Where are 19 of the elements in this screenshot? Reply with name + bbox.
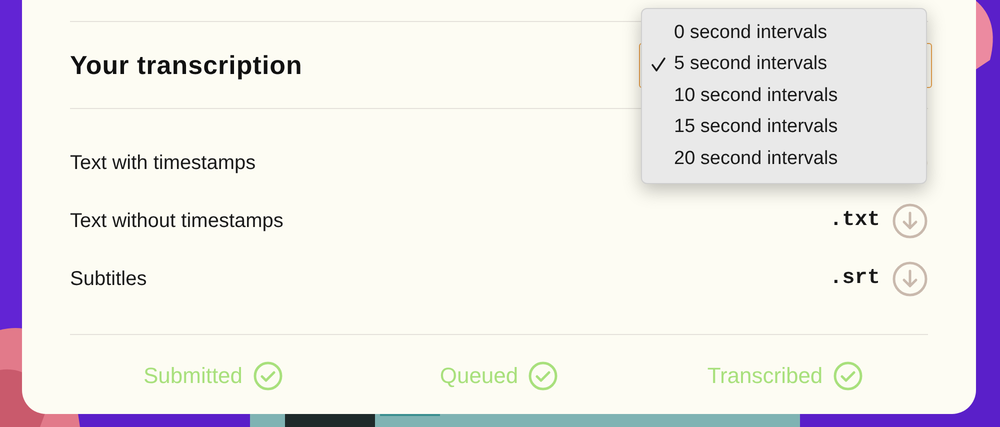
check-circle-icon	[528, 360, 558, 390]
section-title: Your transcription	[70, 48, 302, 82]
download-label: Text with timestamps	[70, 151, 256, 176]
check-circle-icon	[252, 360, 283, 390]
download-label: Subtitles	[70, 267, 147, 292]
file-extension: .srt	[830, 266, 880, 292]
file-extension: .txt	[830, 208, 880, 234]
menu-item[interactable]: 15 second intervals	[642, 112, 926, 143]
menu-item[interactable]: 0 second intervals	[642, 17, 926, 48]
download-label: Text without timestamps	[70, 209, 284, 234]
menu-item[interactable]: 10 second intervals	[642, 80, 926, 112]
status-label: Transcribed	[707, 362, 823, 390]
check-circle-icon	[832, 360, 863, 390]
menu-item[interactable]: 20 second intervals	[642, 143, 926, 174]
download-icon[interactable]	[892, 261, 928, 297]
status-label: Submitted	[143, 362, 243, 390]
download-icon[interactable]	[892, 203, 928, 239]
menu-item[interactable]: 5 second intervals	[642, 48, 926, 80]
status-label: Queued	[440, 362, 518, 390]
